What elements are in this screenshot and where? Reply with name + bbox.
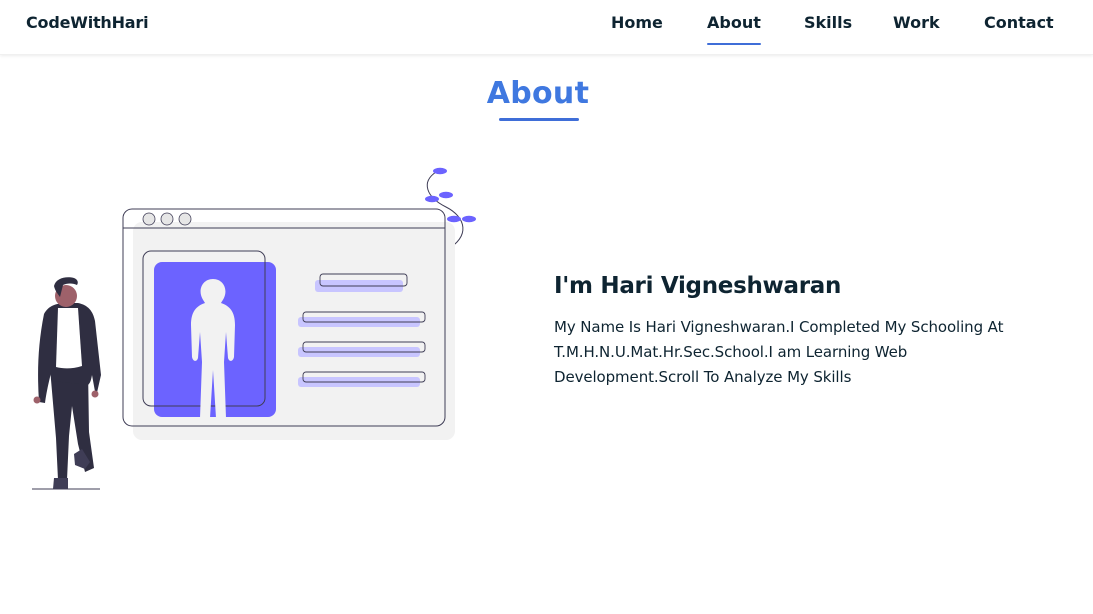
site-header: CodeWithHari Home About Skills Work Cont… [0, 0, 1093, 55]
person-profile-illustration [26, 162, 482, 494]
nav-contact-link[interactable]: Contact [984, 13, 1054, 32]
nav-skills-link[interactable]: Skills [804, 13, 852, 32]
section-title: About [486, 76, 590, 111]
nav-about-link[interactable]: About [707, 13, 761, 45]
main-nav: Home About Skills Work Contact [0, 13, 1093, 47]
standing-person-icon [32, 277, 101, 490]
about-heading: I'm Hari Vigneshwaran [554, 273, 842, 299]
about-description: My Name Is Hari Vigneshwaran.I Completed… [554, 318, 1004, 386]
nav-work-link[interactable]: Work [893, 13, 940, 32]
about-text-block: I'm Hari Vigneshwaran My Name Is Hari Vi… [554, 270, 1054, 390]
title-underline [499, 118, 579, 121]
profile-card-icon [142, 250, 276, 418]
nav-home-link[interactable]: Home [611, 13, 663, 32]
